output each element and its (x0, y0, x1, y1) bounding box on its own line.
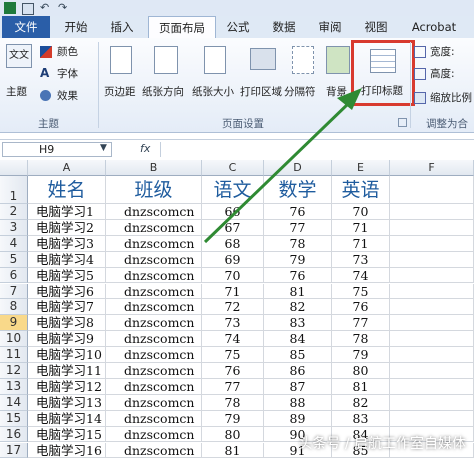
arrow-head (337, 88, 362, 110)
arrow-shaft (203, 100, 352, 244)
watermark: 头条号 / 启航工作室自媒体 (298, 436, 466, 452)
annotation-arrow (203, 88, 362, 244)
